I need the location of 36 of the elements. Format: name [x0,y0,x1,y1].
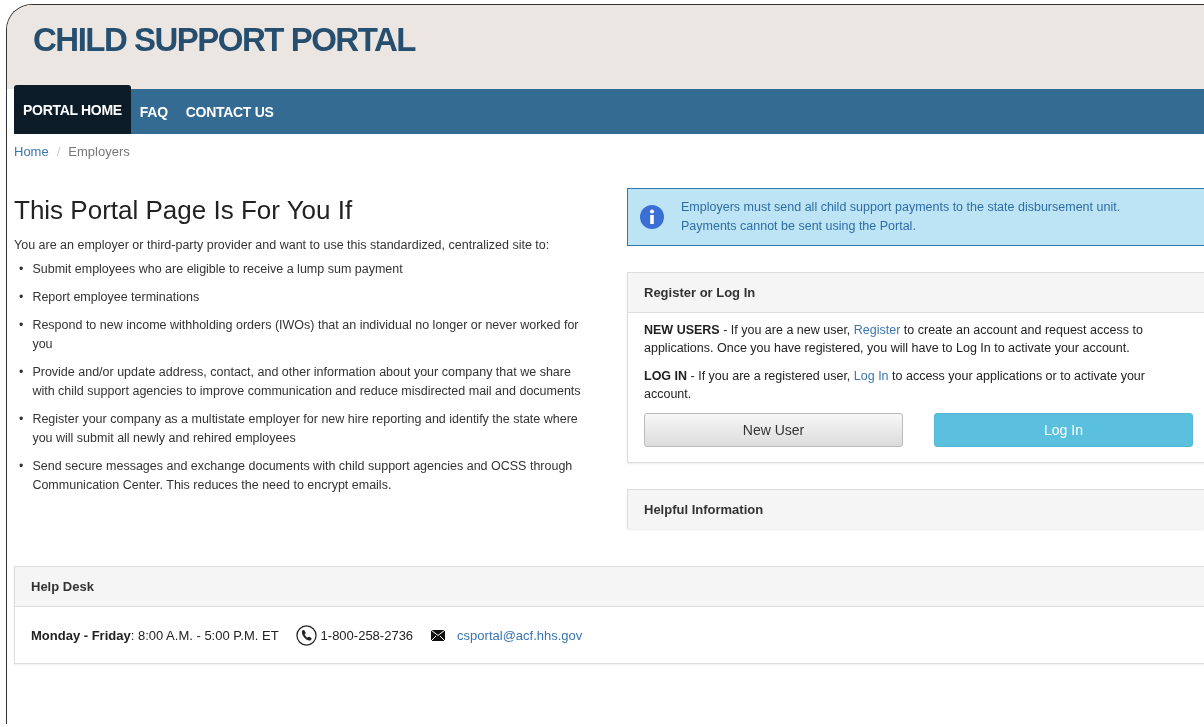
new-user-button[interactable]: New User [644,413,903,447]
list-item: Submit employees who are eligible to receive a lump sum payment [32,261,403,278]
phone-number: 1-800-258-2736 [320,628,414,643]
bullet-mark: • [19,289,24,306]
list-item: Report employee terminations [32,289,200,306]
text-link[interactable]: Register [853,323,901,337]
breadcrumb-link[interactable]: Home [14,144,49,159]
phone-icon [295,625,317,646]
nav-tab[interactable]: FAQ [130,89,177,134]
panel-title: Helpful Information [644,502,764,517]
nav-tab[interactable]: CONTACT US [176,89,283,134]
breadcrumb-current: Employers [68,144,130,159]
alert-text: Employers must send all child support payments to the state disbursement unit. Payments cannot be sent using the Portal. [681,199,1122,235]
list-item: Register your company as a multistate employer for new hire reporting and identify the state where you will submit all newly and rehired employees [32,411,579,447]
bullet-mark: • [19,458,24,475]
info-icon [640,205,664,229]
info-paragraph: LOG IN - If you are a registered user, Log In to access your applications or to activate your account. [644,368,1146,403]
list-item: Respond to new income withholding orders (IWOs) that an individual no longer or never worked for you [32,317,580,353]
info-paragraph: NEW USERS - If you are a new user, Register to create an account and request access to applications. Once you have registered, you will have to Log In to activate your account. [644,322,1144,357]
bullet-mark: • [19,261,24,278]
text-link[interactable]: Log In [853,369,889,383]
bullet-mark: • [19,317,24,334]
bullet-mark: • [19,364,24,381]
email-link[interactable]: csportal@acf.hhs.gov [457,628,583,643]
intro-text: You are an employer or third-party provider and want to use this standardized, centralized site to: [14,238,551,252]
breadcrumb-separator: / [56,144,61,159]
nav-tab[interactable]: PORTAL HOME [14,85,131,134]
site-title: CHILD SUPPORT PORTAL [33,21,415,59]
panel-title: Register or Log In [644,285,756,300]
list-item: Send secure messages and exchange documents with child support agencies and OCSS through Communication Center. This reduces the need to encrypt emails. [32,458,574,494]
hours-text: Monday - Friday: 8:00 A.M. - 5:00 P.M. ET [31,628,279,643]
mail-icon [431,630,446,641]
panel-title: Help Desk [31,579,94,594]
list-item: Provide and/or update address, contact, and other information about your company that we share with child support agencies to improve communication and reduce misdirected mail and documents [32,364,582,400]
bullet-mark: • [19,411,24,428]
page-heading: This Portal Page Is For You If [14,195,354,226]
